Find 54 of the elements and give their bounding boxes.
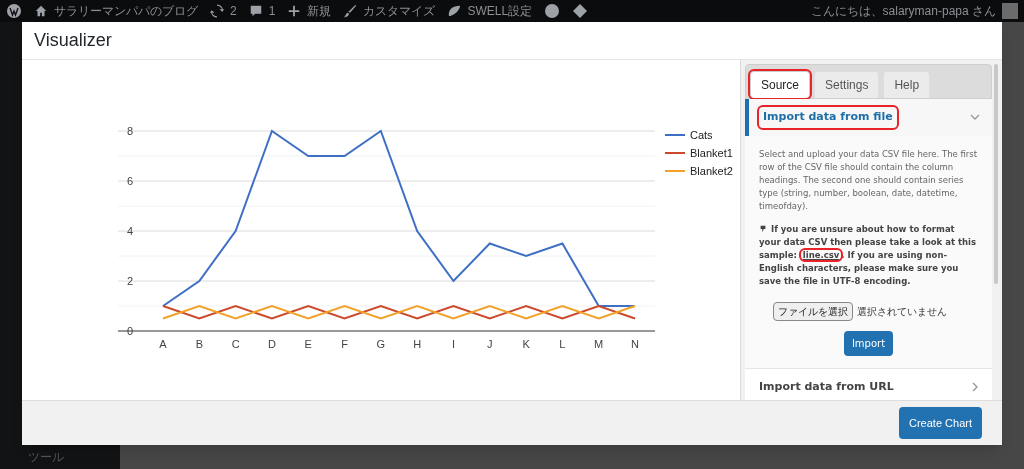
diamond-icon: [572, 3, 589, 19]
create-chart-button[interactable]: Create Chart: [899, 406, 982, 440]
tab[interactable]: Settings: [814, 71, 880, 98]
customize-link[interactable]: カスタマイズ: [343, 2, 436, 20]
comments-link[interactable]: 1: [248, 2, 276, 20]
sample-link[interactable]: line.csv: [800, 249, 842, 260]
site-link[interactable]: サラリーマンパパのブログ: [34, 2, 198, 20]
chevron-right-icon: [970, 381, 980, 392]
x-tick-label: F: [341, 338, 348, 350]
hint-text: If you are unsure about how to format your data CSV then please take a look at this sample: line.csv . If you are using non-English characters, please make sure you save the file in UTF-8 encoding.: [759, 222, 978, 288]
x-tick-label: M: [594, 338, 604, 350]
import-button[interactable]: Import: [843, 330, 894, 356]
leaf-icon: [447, 4, 462, 18]
legend-label: Blanket1: [690, 147, 733, 159]
x-tick-label: D: [267, 338, 276, 350]
wordpress-logo-icon: [6, 3, 22, 19]
legend-label: Blanket2: [690, 165, 733, 177]
y-tick-label: 0: [126, 325, 133, 337]
comment-icon: [248, 4, 263, 18]
x-tick-label: H: [413, 338, 422, 350]
section-title: Import data from URL: [758, 378, 895, 395]
avatar: [1002, 3, 1018, 19]
x-tick-label: E: [304, 338, 312, 350]
tab[interactable]: Help: [883, 71, 931, 98]
x-tick-label: L: [559, 338, 566, 350]
y-tick-label: 4: [126, 225, 133, 237]
brush-icon: [343, 4, 358, 18]
y-tick-label: 2: [126, 275, 133, 287]
new-link[interactable]: 新規: [287, 2, 332, 20]
x-tick-label: A: [159, 338, 167, 350]
tab[interactable]: Source: [750, 71, 811, 98]
swell-settings-link[interactable]: SWELL設定: [447, 2, 533, 20]
pin-icon: [759, 225, 767, 233]
file-choose-button[interactable]: ファイルを選択: [773, 301, 853, 321]
refresh-icon: [210, 4, 224, 18]
account-link[interactable]: こんにちは、salaryman-papa さん: [810, 2, 1018, 20]
y-tick-label: 8: [126, 125, 133, 137]
plus-icon: [287, 4, 302, 18]
home-icon: [34, 4, 48, 18]
updates-link[interactable]: 2: [210, 2, 237, 20]
file-status-text: 選択されていません: [857, 304, 947, 318]
x-tick-label: C: [231, 338, 240, 350]
x-tick-label: K: [522, 338, 530, 350]
x-tick-label: N: [631, 338, 639, 350]
modal-title: Visualizer: [34, 29, 112, 52]
x-tick-label: B: [195, 338, 203, 350]
x-tick-label: G: [376, 338, 386, 350]
section-title: Import data from file: [759, 107, 897, 128]
description-text: Select and upload your data CSV file here. The first row of the CSV file should contain the column headings. The second one should contain series type (string, number, boolean, date, datetime, timeofday).: [759, 147, 978, 213]
x-tick-label: I: [451, 338, 455, 350]
x-tick-label: J: [487, 338, 493, 350]
legend-label: Cats: [690, 129, 713, 141]
y-tick-label: 6: [126, 175, 133, 187]
section-header[interactable]: Import data from file: [745, 99, 992, 136]
